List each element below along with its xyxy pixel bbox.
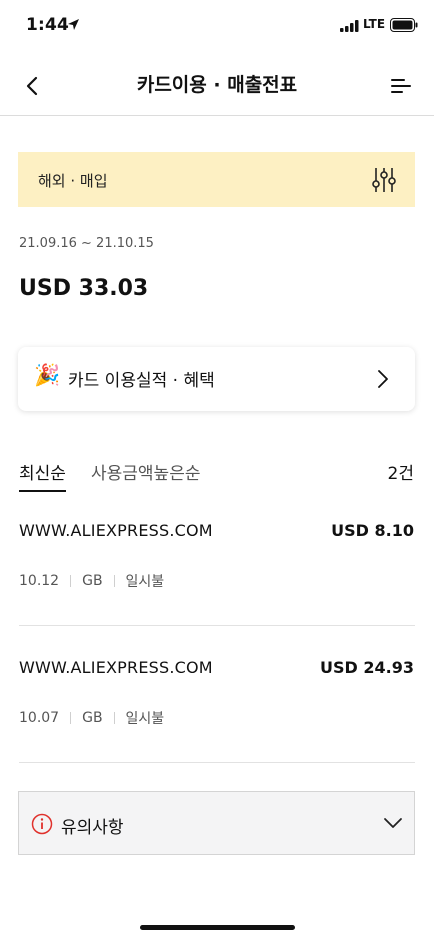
transaction-date: 10.07 (19, 710, 60, 726)
meta-separator (113, 712, 115, 724)
chevron-down-icon (384, 818, 402, 828)
transaction-amount: USD 24.93 (320, 658, 414, 677)
transaction-meta: 10.07 GB 일시불 (19, 708, 164, 728)
menu-icon[interactable] (388, 74, 414, 98)
meta-separator (70, 575, 72, 587)
filter-bar[interactable]: 해외 · 매입 (18, 152, 415, 207)
filter-sliders-icon[interactable] (371, 166, 397, 194)
card-performance-button[interactable]: 🎉 카드 이용실적 · 혜택 (18, 347, 415, 411)
meta-separator (70, 712, 72, 724)
cellular-signal-icon (340, 20, 359, 32)
payment-type: 일시불 (125, 711, 165, 727)
page-title: 카드이용 · 매출전표 (136, 74, 298, 96)
notice-accordion[interactable]: 유의사항 (18, 791, 415, 855)
sort-latest-tab[interactable]: 최신순 (19, 459, 66, 492)
transaction-date: 10.12 (19, 573, 60, 589)
transaction-count: 2건 (387, 464, 414, 484)
filter-label: 해외 · 매입 (38, 172, 108, 190)
transaction-row[interactable]: WWW.ALIEXPRESS.COM USD 8.10 10.12 GB 일시불 (0, 521, 434, 658)
meta-separator (113, 575, 115, 587)
home-indicator (140, 925, 295, 930)
transaction-country: GB (82, 573, 103, 589)
battery-icon (390, 18, 418, 32)
row-divider (19, 762, 415, 763)
date-range: 21.09.16 ~ 21.10.15 (19, 236, 154, 251)
network-type: LTE (363, 17, 386, 31)
transaction-meta: 10.12 GB 일시불 (19, 571, 164, 591)
card-performance-label: 카드 이용실적 · 혜택 (68, 371, 215, 391)
chevron-right-icon (378, 370, 388, 388)
transaction-country: GB (82, 710, 103, 726)
party-popper-icon: 🎉 (34, 363, 61, 387)
notice-label: 유의사항 (61, 818, 124, 838)
merchant-name: WWW.ALIEXPRESS.COM (19, 658, 213, 677)
transaction-row[interactable]: WWW.ALIEXPRESS.COM USD 24.93 10.07 GB 일시… (0, 658, 434, 795)
row-divider (19, 625, 415, 626)
nav-header: 카드이용 · 매출전표 (0, 52, 434, 116)
status-time: 1:44 (26, 15, 70, 35)
sort-amount-tab[interactable]: 사용금액높은순 (91, 459, 200, 484)
transaction-amount: USD 8.10 (331, 521, 414, 540)
payment-type: 일시불 (125, 574, 165, 590)
info-icon (31, 813, 53, 835)
status-bar: 1:44 LTE (0, 0, 434, 52)
merchant-name: WWW.ALIEXPRESS.COM (19, 521, 213, 540)
location-arrow-icon (68, 19, 79, 30)
total-amount: USD 33.03 (19, 276, 149, 301)
